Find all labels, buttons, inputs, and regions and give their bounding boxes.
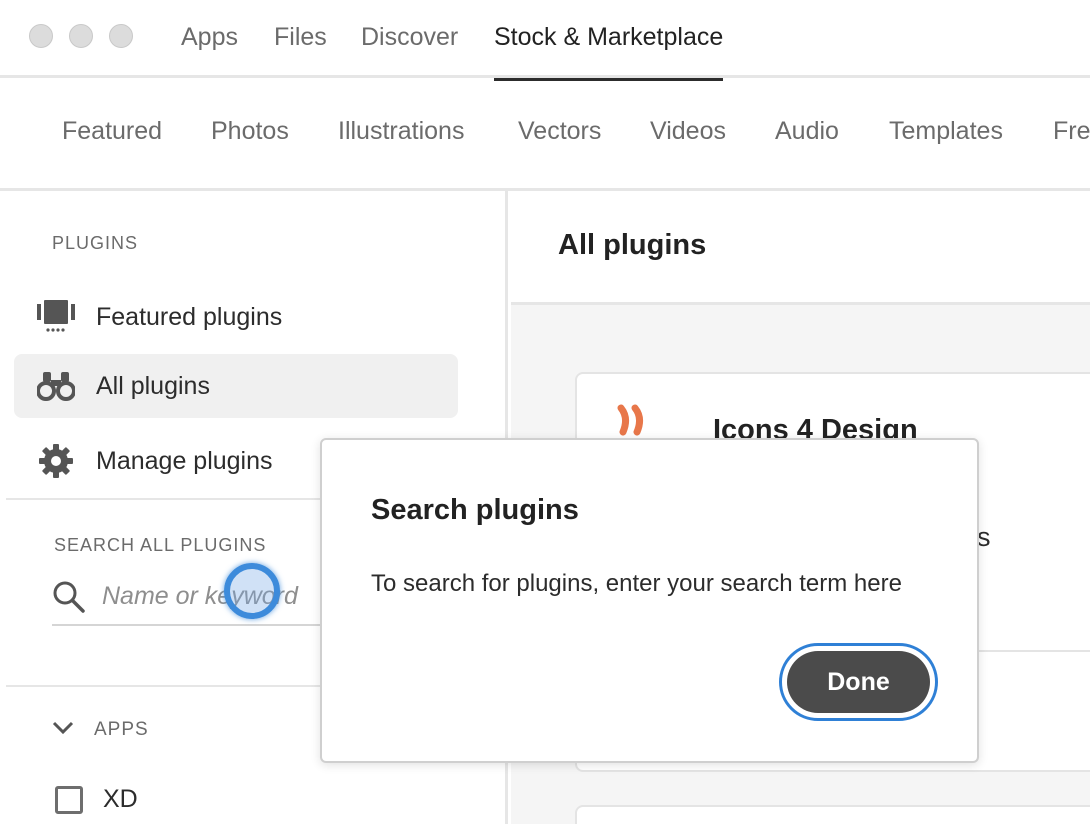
apps-heading: APPS [94,719,149,740]
filter-label: XD [103,785,138,813]
subtab-vectors[interactable]: Vectors [518,117,601,146]
sidebar-item-label: Manage plugins [96,446,273,475]
tab-discover[interactable]: Discover [361,20,458,60]
search-icon [52,580,86,614]
apps-filter-toggle[interactable]: APPS [52,715,149,745]
sidebar-item-label: Featured plugins [96,302,283,331]
dialog-title: Search plugins [371,494,579,526]
binoculars-icon [36,366,76,406]
minimize-window-button[interactable] [69,24,93,48]
sidebar-item-all-plugins[interactable]: All plugins [14,354,458,418]
zoom-window-button[interactable] [109,24,133,48]
xd-checkbox[interactable] [55,785,83,814]
title-bar: Apps Files Discover Stock & Marketplace [0,0,1090,81]
chevron-down-icon [52,721,74,740]
main-header: All plugins [511,191,1090,305]
done-button[interactable]: Done [787,651,930,713]
close-window-button[interactable] [29,24,53,48]
subtab-free[interactable]: Fre [1053,117,1090,146]
dialog-body: To search for plugins, enter your search… [371,570,902,597]
plugin-description: s [977,522,991,552]
subtab-illustrations[interactable]: Illustrations [338,117,464,146]
subtab-templates[interactable]: Templates [889,117,1003,146]
search-plugins-dialog: Search plugins To search for plugins, en… [320,438,979,763]
cursor-highlight [224,563,280,619]
featured-icon [36,297,76,337]
gear-icon [36,441,76,481]
tab-stock-marketplace[interactable]: Stock & Marketplace [494,20,724,81]
search-heading: SEARCH ALL PLUGINS [54,535,267,555]
done-button-focus-ring: Done [779,643,938,721]
plugin-card[interactable] [575,805,1090,824]
subtab-audio[interactable]: Audio [775,117,839,146]
subtab-videos[interactable]: Videos [650,117,726,146]
sidebar-item-label: All plugins [96,371,210,400]
subtab-featured[interactable]: Featured [62,117,162,146]
search-input[interactable]: Name or keyword [52,568,332,626]
tab-apps[interactable]: Apps [181,20,238,60]
subtab-photos[interactable]: Photos [211,117,289,146]
category-nav: Featured Photos Illustrations Vectors Vi… [0,81,1090,191]
tab-files[interactable]: Files [274,20,327,60]
sidebar-item-featured-plugins[interactable]: Featured plugins [14,285,458,349]
page-title: All plugins [558,229,707,261]
filter-xd[interactable]: XD [55,785,138,814]
plugins-heading: PLUGINS [52,233,139,253]
